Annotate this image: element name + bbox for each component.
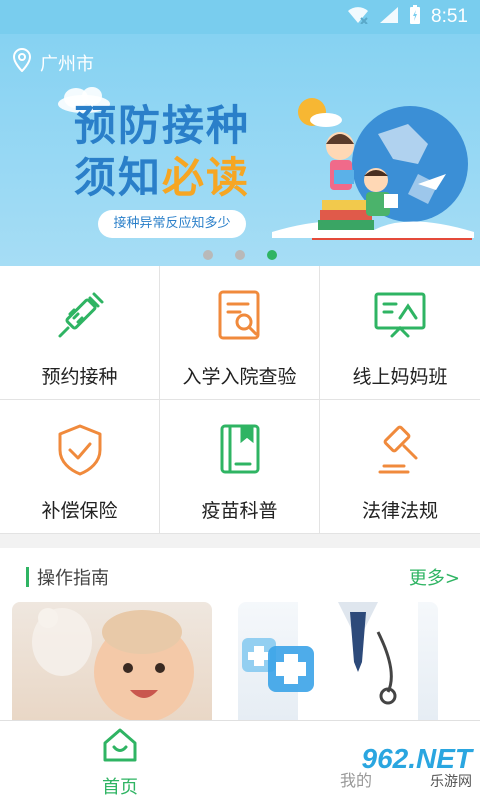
shield-check-icon <box>52 422 108 478</box>
grid-label: 预约接种 <box>41 366 118 388</box>
grid-label: 补偿保险 <box>41 500 118 522</box>
tab-home[interactable]: 首页 <box>60 727 180 799</box>
gavel-icon <box>372 422 428 478</box>
signal-icon <box>379 6 399 28</box>
carousel-dot-1[interactable] <box>203 250 213 260</box>
headline-line2a: 须知 <box>74 153 163 202</box>
headline-line2b: 必读 <box>162 153 251 202</box>
book-icon <box>212 422 268 478</box>
home-icon <box>101 727 139 767</box>
watermark-logo: 962.NET 乐游网 <box>362 743 473 791</box>
headline-line1: 预防接种 <box>74 101 251 150</box>
grid-item-mom-class[interactable]: 线上妈妈班 <box>320 266 480 400</box>
carousel-dot-2[interactable] <box>235 250 245 260</box>
grid-item-appointment[interactable]: 预约接种 <box>0 266 160 400</box>
grid-label: 线上妈妈班 <box>352 366 448 388</box>
battery-icon <box>409 5 421 29</box>
grid-label: 入学入院查验 <box>182 366 297 388</box>
promo-banner[interactable]: 广州市 预防接种 须知必读 接种异常反应知多少 <box>0 34 480 266</box>
status-bar: 8:51 <box>0 0 480 34</box>
grid-label: 疫苗科普 <box>201 500 278 522</box>
guide-title: 操作指南 <box>37 568 109 589</box>
banner-pill[interactable]: 接种异常反应知多少 <box>98 210 246 238</box>
location-pin-icon <box>12 47 32 77</box>
baby-photo <box>32 608 194 720</box>
grid-item-laws[interactable]: 法律法规 <box>320 400 480 534</box>
status-time: 8:51 <box>431 6 468 27</box>
location-selector[interactable]: 广州市 <box>12 47 94 77</box>
grid-item-insurance[interactable]: 补偿保险 <box>0 400 160 534</box>
status-icons: 8:51 <box>347 5 468 29</box>
tab-home-label: 首页 <box>102 777 138 798</box>
grid-item-vaccine-science[interactable]: 疫苗科普 <box>160 400 320 534</box>
carousel-dot-3[interactable] <box>267 250 277 260</box>
carousel-dots <box>0 250 480 260</box>
watermark-sub: 乐游网 <box>430 774 472 790</box>
document-search-icon <box>212 288 268 344</box>
presentation-board-icon <box>372 288 428 344</box>
guide-header: 操作指南 <box>26 564 109 590</box>
feature-grid: 预约接种 入学入院查验 线上妈妈班 补偿保险 疫苗科普 法律法规 <box>0 266 480 534</box>
banner-headline: 预防接种 须知必读 <box>74 100 250 204</box>
wifi-icon <box>347 6 369 28</box>
bottom-tab-bar: 首页 我的 962.NET 乐游网 <box>0 720 480 800</box>
reading-kids-illustration <box>272 98 474 240</box>
grid-label: 法律法规 <box>361 500 438 522</box>
guide-card-baby[interactable] <box>12 602 212 720</box>
location-label: 广州市 <box>40 53 94 75</box>
guide-card-doctor[interactable] <box>238 602 438 720</box>
section-marker <box>26 567 29 587</box>
grid-item-school-check[interactable]: 入学入院查验 <box>160 266 320 400</box>
guide-section: 操作指南 更多> <box>0 548 480 720</box>
syringe-icon <box>52 288 108 344</box>
doctor-photo <box>242 602 418 720</box>
more-link[interactable]: 更多> <box>409 564 460 590</box>
